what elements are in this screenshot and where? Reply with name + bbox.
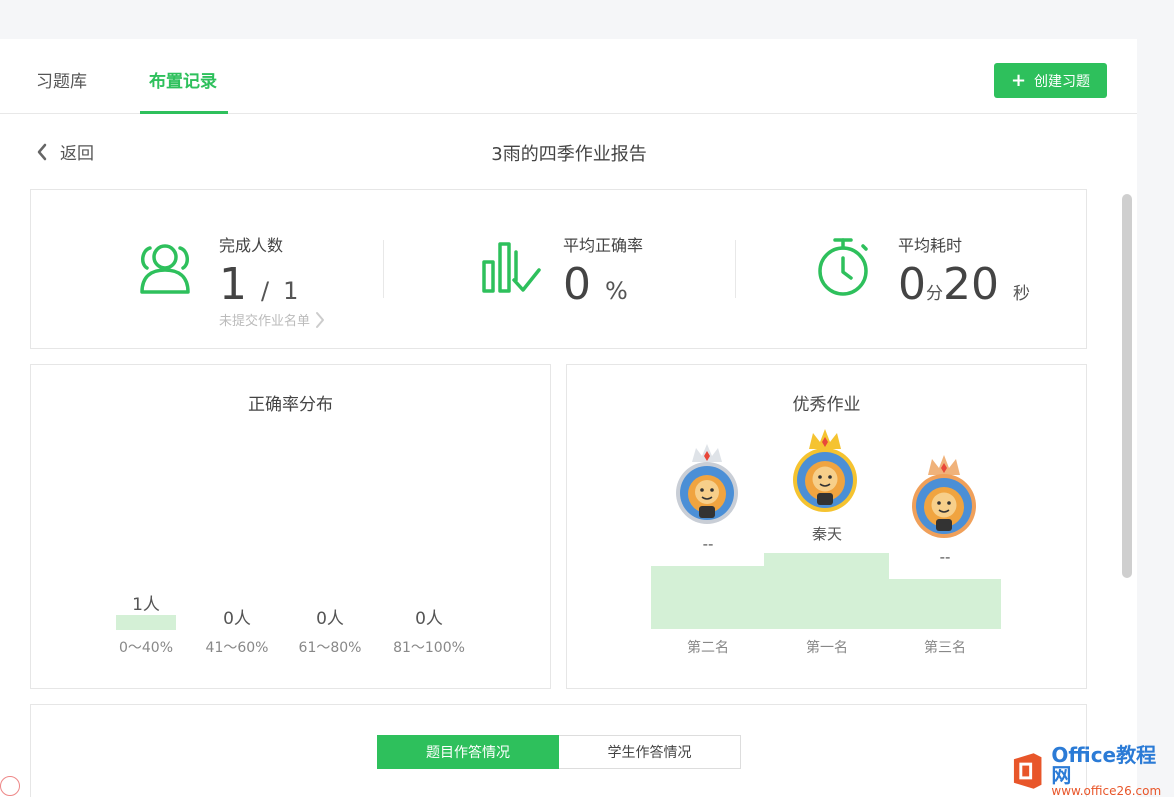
- third-place-name: --: [939, 548, 951, 566]
- accuracy-label: 平均正确率: [563, 236, 644, 255]
- tab-question-answers[interactable]: 题目作答情况: [377, 735, 559, 769]
- first-place-name: 秦天: [811, 525, 842, 543]
- answer-details-card: 题目作答情况 学生作答情况: [30, 704, 1087, 797]
- completion-value: 1 / 1: [219, 263, 298, 307]
- distribution-title: 正确率分布: [248, 395, 333, 415]
- distribution-count: 0人: [415, 609, 443, 629]
- stats-card: 完成人数 1 / 1 未提交作业名单 平均正确率 0 % 平均耗时 0分20 秒: [30, 189, 1087, 349]
- first-place-label: 第一名: [806, 640, 848, 656]
- completion-total: 1: [283, 277, 299, 305]
- watermark: Office教程网 www.office26.com: [1010, 745, 1174, 797]
- watermark-brand: Office教程网: [1051, 743, 1157, 787]
- time-minutes-unit: 分: [926, 284, 943, 304]
- time-seconds-unit: 秒: [1013, 284, 1030, 304]
- report-title: 3雨的四季作业报告: [491, 144, 647, 165]
- distribution-count: 0人: [223, 609, 251, 629]
- accuracy-unit: %: [605, 277, 628, 305]
- tab-bar: 习题库 布置记录 + 创建习题: [0, 39, 1137, 114]
- stat-time: 平均耗时 0分20 秒: [815, 190, 1085, 348]
- silver-crown-avatar[interactable]: [672, 440, 742, 530]
- completion-label: 完成人数: [219, 236, 284, 255]
- unsubmitted-list-link[interactable]: 未提交作业名单: [219, 310, 326, 329]
- unsubmitted-list-label: 未提交作业名单: [219, 314, 311, 329]
- active-tab-indicator: [140, 111, 228, 114]
- stat-divider: [735, 240, 736, 298]
- corner-stamp-icon: [0, 776, 20, 796]
- chevron-right-icon: [316, 311, 325, 328]
- distribution-bar: [116, 615, 176, 630]
- completion-done: 1: [219, 259, 247, 310]
- tab-student-answers[interactable]: 学生作答情况: [559, 735, 741, 769]
- stopwatch-icon: [818, 238, 868, 296]
- create-exercise-button[interactable]: + 创建习题: [994, 63, 1107, 98]
- second-place-label: 第二名: [687, 640, 729, 656]
- distribution-range: 61～80%: [298, 640, 362, 656]
- office-logo-icon: [1013, 753, 1042, 789]
- time-value: 0分20 秒: [898, 263, 1030, 307]
- chevron-left-icon: [37, 143, 47, 160]
- stat-completion: 完成人数 1 / 1 未提交作业名单: [131, 190, 391, 348]
- second-place-podium: [651, 566, 765, 629]
- third-place-label: 第三名: [924, 640, 966, 656]
- completion-separator: /: [261, 277, 270, 305]
- tab-question-bank[interactable]: 习题库: [36, 67, 87, 92]
- accuracy-number: 0: [563, 259, 591, 310]
- watermark-url: www.office26.com: [1051, 784, 1162, 797]
- vertical-scrollbar[interactable]: [1122, 194, 1132, 578]
- distribution-range: 81～100%: [393, 640, 465, 656]
- excellent-title: 优秀作业: [792, 395, 861, 415]
- stat-accuracy: 平均正确率 0 %: [479, 190, 739, 348]
- time-label: 平均耗时: [898, 236, 963, 255]
- back-button[interactable]: 返回: [36, 139, 94, 164]
- create-exercise-label: 创建习题: [1034, 73, 1091, 90]
- time-seconds: 20: [943, 259, 999, 310]
- accuracy-distribution-card: 正确率分布 1人 0～40% 0人 41～60% 0人 61～80% 0人 81…: [30, 364, 551, 689]
- back-label: 返回: [60, 144, 94, 164]
- tab-assignment-records[interactable]: 布置记录: [149, 67, 217, 92]
- bronze-crown-avatar[interactable]: [908, 453, 980, 543]
- second-place-name: --: [702, 535, 714, 553]
- stat-divider: [383, 240, 384, 298]
- distribution-count: 0人: [316, 609, 344, 629]
- excellent-homework-card: 优秀作业 -- 秦天 -- 第二名 第一名 第三名: [566, 364, 1087, 689]
- plus-icon: +: [1010, 69, 1027, 91]
- time-minutes: 0: [898, 259, 926, 310]
- bar-check-icon: [482, 242, 541, 293]
- accuracy-value: 0 %: [563, 263, 628, 307]
- gold-crown-avatar[interactable]: [789, 427, 861, 517]
- first-place-podium: [764, 553, 889, 629]
- main-panel: 习题库 布置记录 + 创建习题 返回 3雨的四季作业报告 完成人数 1 / 1 …: [0, 39, 1137, 797]
- distribution-count: 1人: [132, 595, 160, 615]
- watermark-text: Office教程网 www.office26.com: [1051, 745, 1174, 797]
- third-place-podium: [889, 579, 1001, 629]
- answer-view-toggle: 题目作答情况 学生作答情况: [377, 735, 741, 769]
- users-icon: [140, 244, 190, 294]
